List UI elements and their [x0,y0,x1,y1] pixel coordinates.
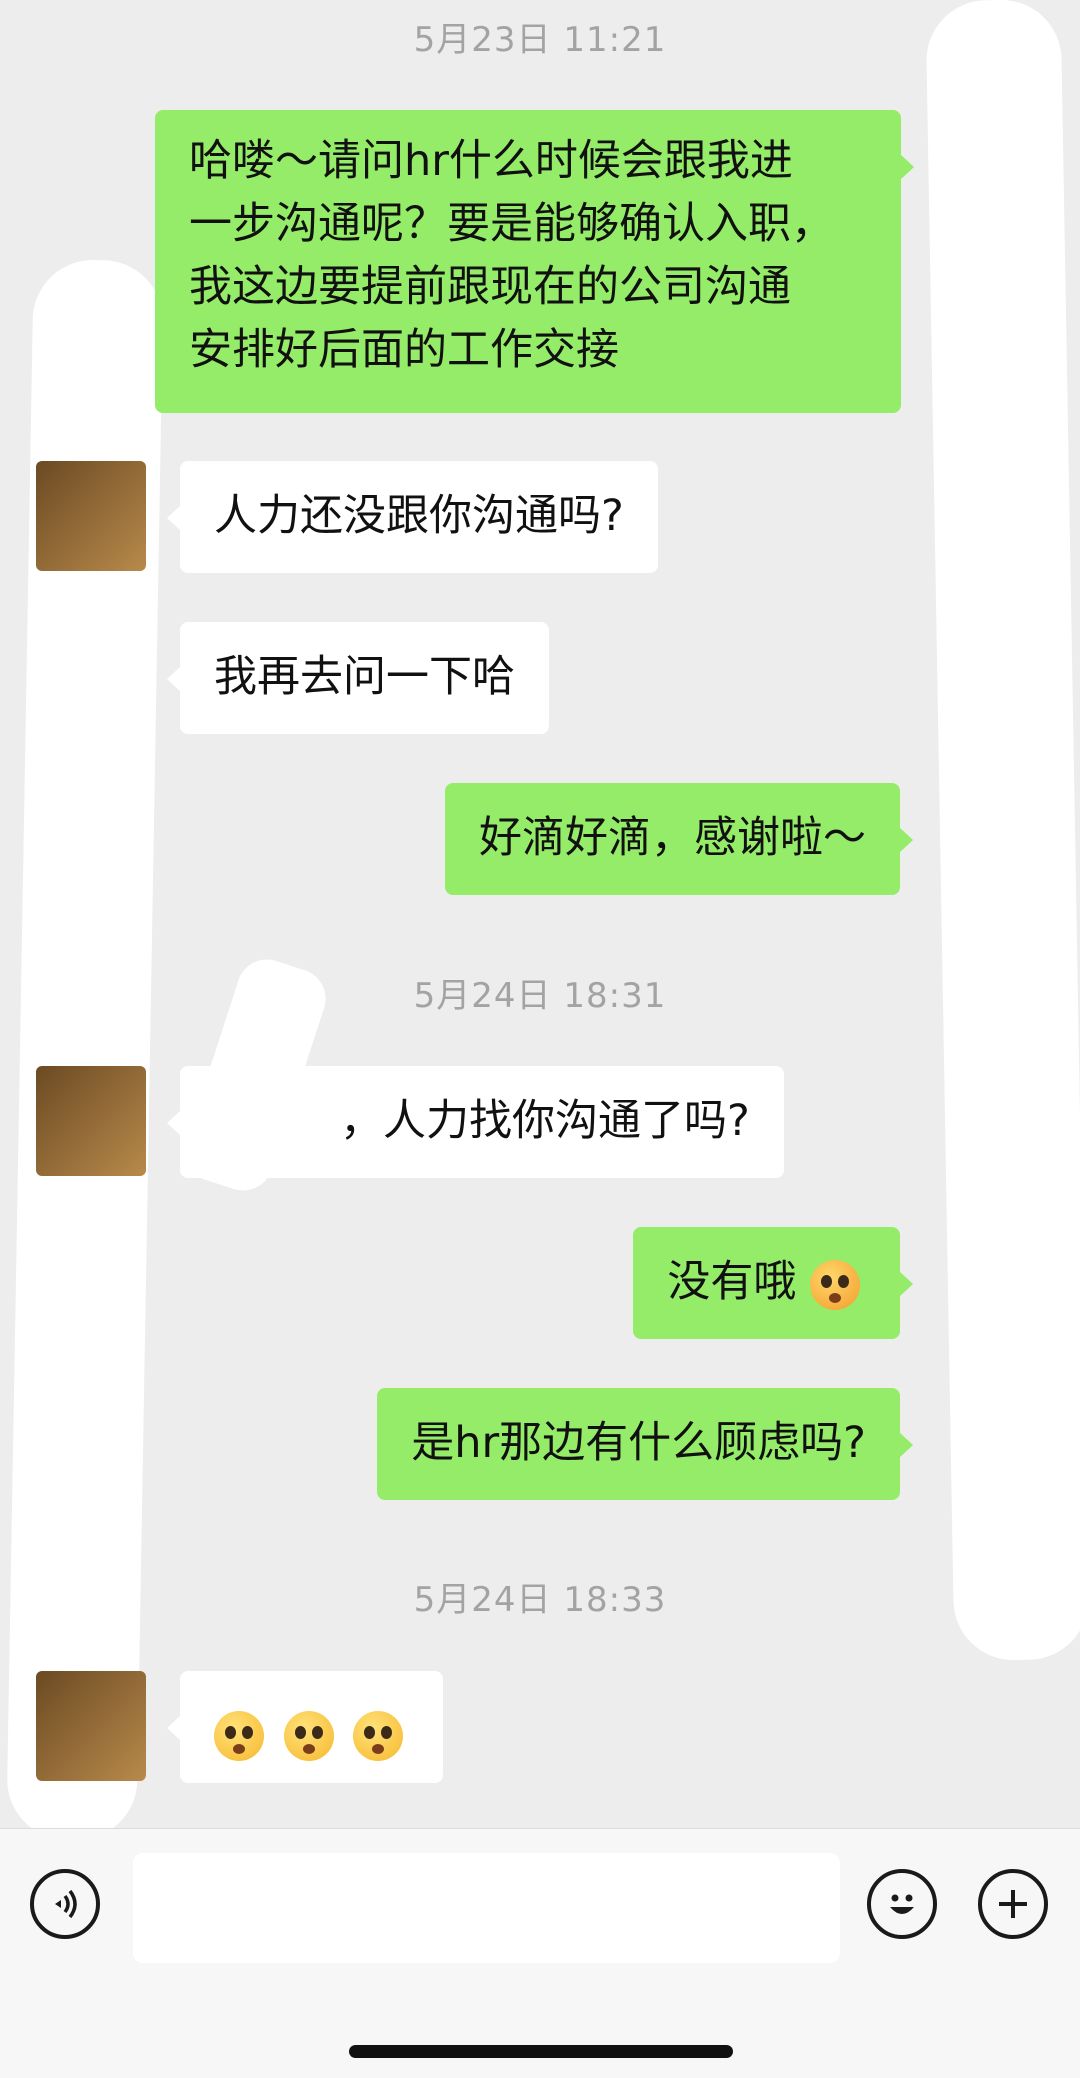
message-line: 一步沟通呢？要是能够确认入职， [189,199,834,249]
sent-message[interactable]: 哈喽～请问hr什么时候会跟我进 一步沟通呢？要是能够确认入职， 我这边要提前跟现… [155,110,914,413]
voice-button[interactable] [30,1869,100,1939]
contact-avatar[interactable] [36,1066,146,1176]
emoji-button[interactable] [867,1869,937,1939]
message-text: 是hr那边有什么顾虑吗? [411,1418,866,1468]
sent-message[interactable]: 是hr那边有什么顾虑吗? [377,1388,913,1500]
emoji-icon [890,1894,914,1914]
sent-message[interactable]: 没有哦 [633,1227,913,1339]
voice-icon [55,1889,77,1919]
more-button[interactable] [978,1869,1048,1939]
message-text: 没有哦 [667,1257,797,1307]
timestamp: 5月24日 18:33 [413,1580,667,1620]
timestamp: 5月24日 18:31 [413,976,667,1016]
received-message[interactable]: ，人力找你沟通了吗? [167,1066,784,1178]
plus-icon [999,1890,1027,1918]
message-input[interactable] [133,1853,840,1963]
redaction-scribble-right [925,0,1080,1662]
received-message[interactable] [166,1671,444,1783]
message-line: 安排好后面的工作交接 [189,325,619,375]
message-text: ，人力找你沟通了吗? [340,1096,750,1146]
flushed-face-emoji [353,1710,404,1761]
home-indicator[interactable] [349,2045,733,2058]
message-text: 好滴好滴，感谢啦～ [479,813,866,863]
message-line: 我这边要提前跟现在的公司沟通 [189,262,791,312]
message-text: 我再去问一下哈 [214,652,515,702]
timestamp: 5月23日 11:21 [413,20,667,60]
received-message[interactable]: 我再去问一下哈 [167,622,549,734]
sent-message[interactable]: 好滴好滴，感谢啦～ [445,783,913,895]
flushed-face-emoji [283,1710,334,1761]
flushed-face-emoji [214,1710,264,1761]
contact-avatar[interactable] [36,461,146,571]
contact-avatar[interactable] [36,1671,146,1781]
tired-face-emoji [810,1259,860,1310]
received-message[interactable]: 人力还没跟你沟通吗? [167,461,658,573]
message-text: 人力还没跟你沟通吗? [214,491,624,541]
input-toolbar [0,1828,1080,2078]
message-line: 哈喽～请问hr什么时候会跟我进 [189,136,793,186]
chat-area[interactable]: 5月23日 11:21 哈喽～请问hr什么时候会跟我进 一步沟通呢？要是能够确认… [0,0,1080,1842]
